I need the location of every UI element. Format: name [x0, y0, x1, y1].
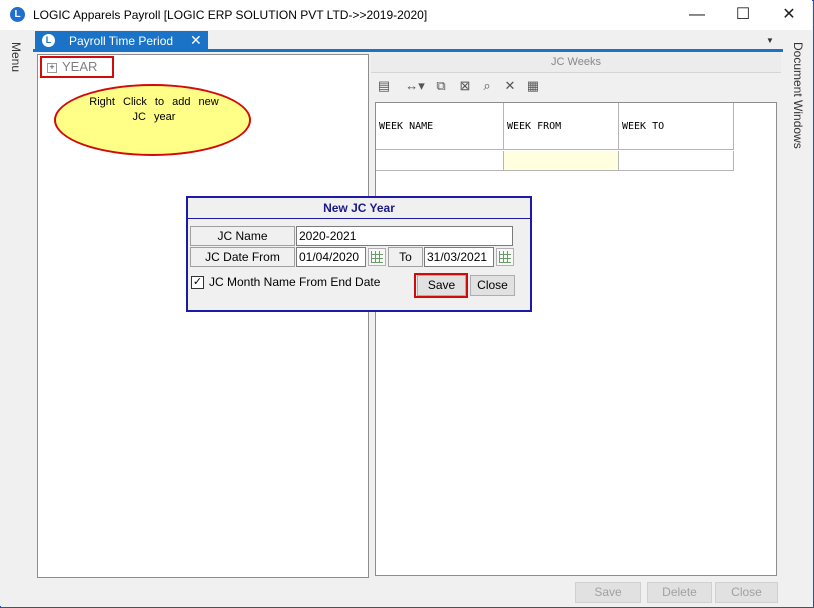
- grid-settings-icon[interactable]: ▤: [376, 78, 392, 94]
- app-logo-icon: L: [10, 7, 25, 22]
- tab-overflow-icon[interactable]: ▼: [766, 36, 774, 45]
- delete-grid-icon[interactable]: ⊠: [457, 78, 473, 94]
- menu-sidebar[interactable]: Menu: [0, 30, 32, 606]
- jc-weeks-header: JC Weeks: [371, 53, 781, 73]
- date-to-label: To: [388, 247, 423, 267]
- footer-close-button[interactable]: Close: [715, 582, 778, 603]
- document-windows-label[interactable]: Document Windows: [791, 42, 805, 149]
- dialog-title: New JC Year: [188, 198, 530, 219]
- copy-icon[interactable]: ⧉: [433, 78, 449, 94]
- maximize-button[interactable]: ☐: [720, 0, 766, 30]
- menu-sidebar-label[interactable]: Menu: [9, 42, 23, 72]
- date-from-label: JC Date From: [190, 247, 295, 267]
- cell-week-from[interactable]: [504, 151, 619, 171]
- clear-icon[interactable]: ✕: [502, 78, 518, 94]
- end-date-month-checkbox[interactable]: ✓: [191, 276, 204, 289]
- column-header-week-from[interactable]: WEEK FROM: [504, 103, 619, 150]
- jc-name-input[interactable]: 2020-2021: [296, 226, 513, 246]
- end-date-month-label: JC Month Name From End Date: [209, 275, 381, 289]
- date-from-input[interactable]: 01/04/2020: [296, 247, 366, 267]
- column-header-week-name[interactable]: WEEK NAME: [376, 103, 504, 150]
- cell-week-to[interactable]: [619, 151, 734, 171]
- title-bar: L LOGIC Apparels Payroll [LOGIC ERP SOLU…: [0, 0, 812, 30]
- find-icon[interactable]: ⌕: [479, 78, 495, 94]
- grid-toolbar: ▤ ↔▾ ⧉ ⊠ ⌕ ✕ ▦: [375, 76, 777, 98]
- date-from-calendar-icon[interactable]: [368, 248, 386, 266]
- cell-week-name[interactable]: [376, 151, 504, 171]
- window-title: LOGIC Apparels Payroll [LOGIC ERP SOLUTI…: [33, 8, 428, 22]
- tab-close-icon[interactable]: ✕: [190, 31, 202, 50]
- year-highlight-box: [40, 56, 114, 78]
- jc-name-label: JC Name: [190, 226, 295, 246]
- date-to-input[interactable]: 31/03/2021: [424, 247, 494, 267]
- footer-delete-button[interactable]: Delete: [647, 582, 712, 603]
- document-windows-sidebar[interactable]: Document Windows: [782, 30, 812, 606]
- close-window-button[interactable]: ✕: [766, 0, 812, 30]
- callout-text: Right Click to add new JC year: [89, 96, 219, 123]
- column-width-icon[interactable]: ↔▾: [403, 78, 427, 94]
- table-icon[interactable]: ▦: [525, 78, 541, 94]
- dialog-close-button[interactable]: Close: [470, 275, 515, 296]
- tab-logo-icon: L: [42, 34, 55, 47]
- column-header-week-to[interactable]: WEEK TO: [619, 103, 734, 150]
- footer-save-button[interactable]: Save: [575, 582, 641, 603]
- tab-payroll-time-period[interactable]: L Payroll Time Period ✕: [35, 31, 208, 50]
- jc-weeks-grid[interactable]: [375, 102, 777, 576]
- minimize-button[interactable]: —: [674, 0, 720, 30]
- date-to-calendar-icon[interactable]: [496, 248, 514, 266]
- save-highlight-box: [414, 273, 468, 298]
- tab-label: Payroll Time Period: [69, 34, 174, 48]
